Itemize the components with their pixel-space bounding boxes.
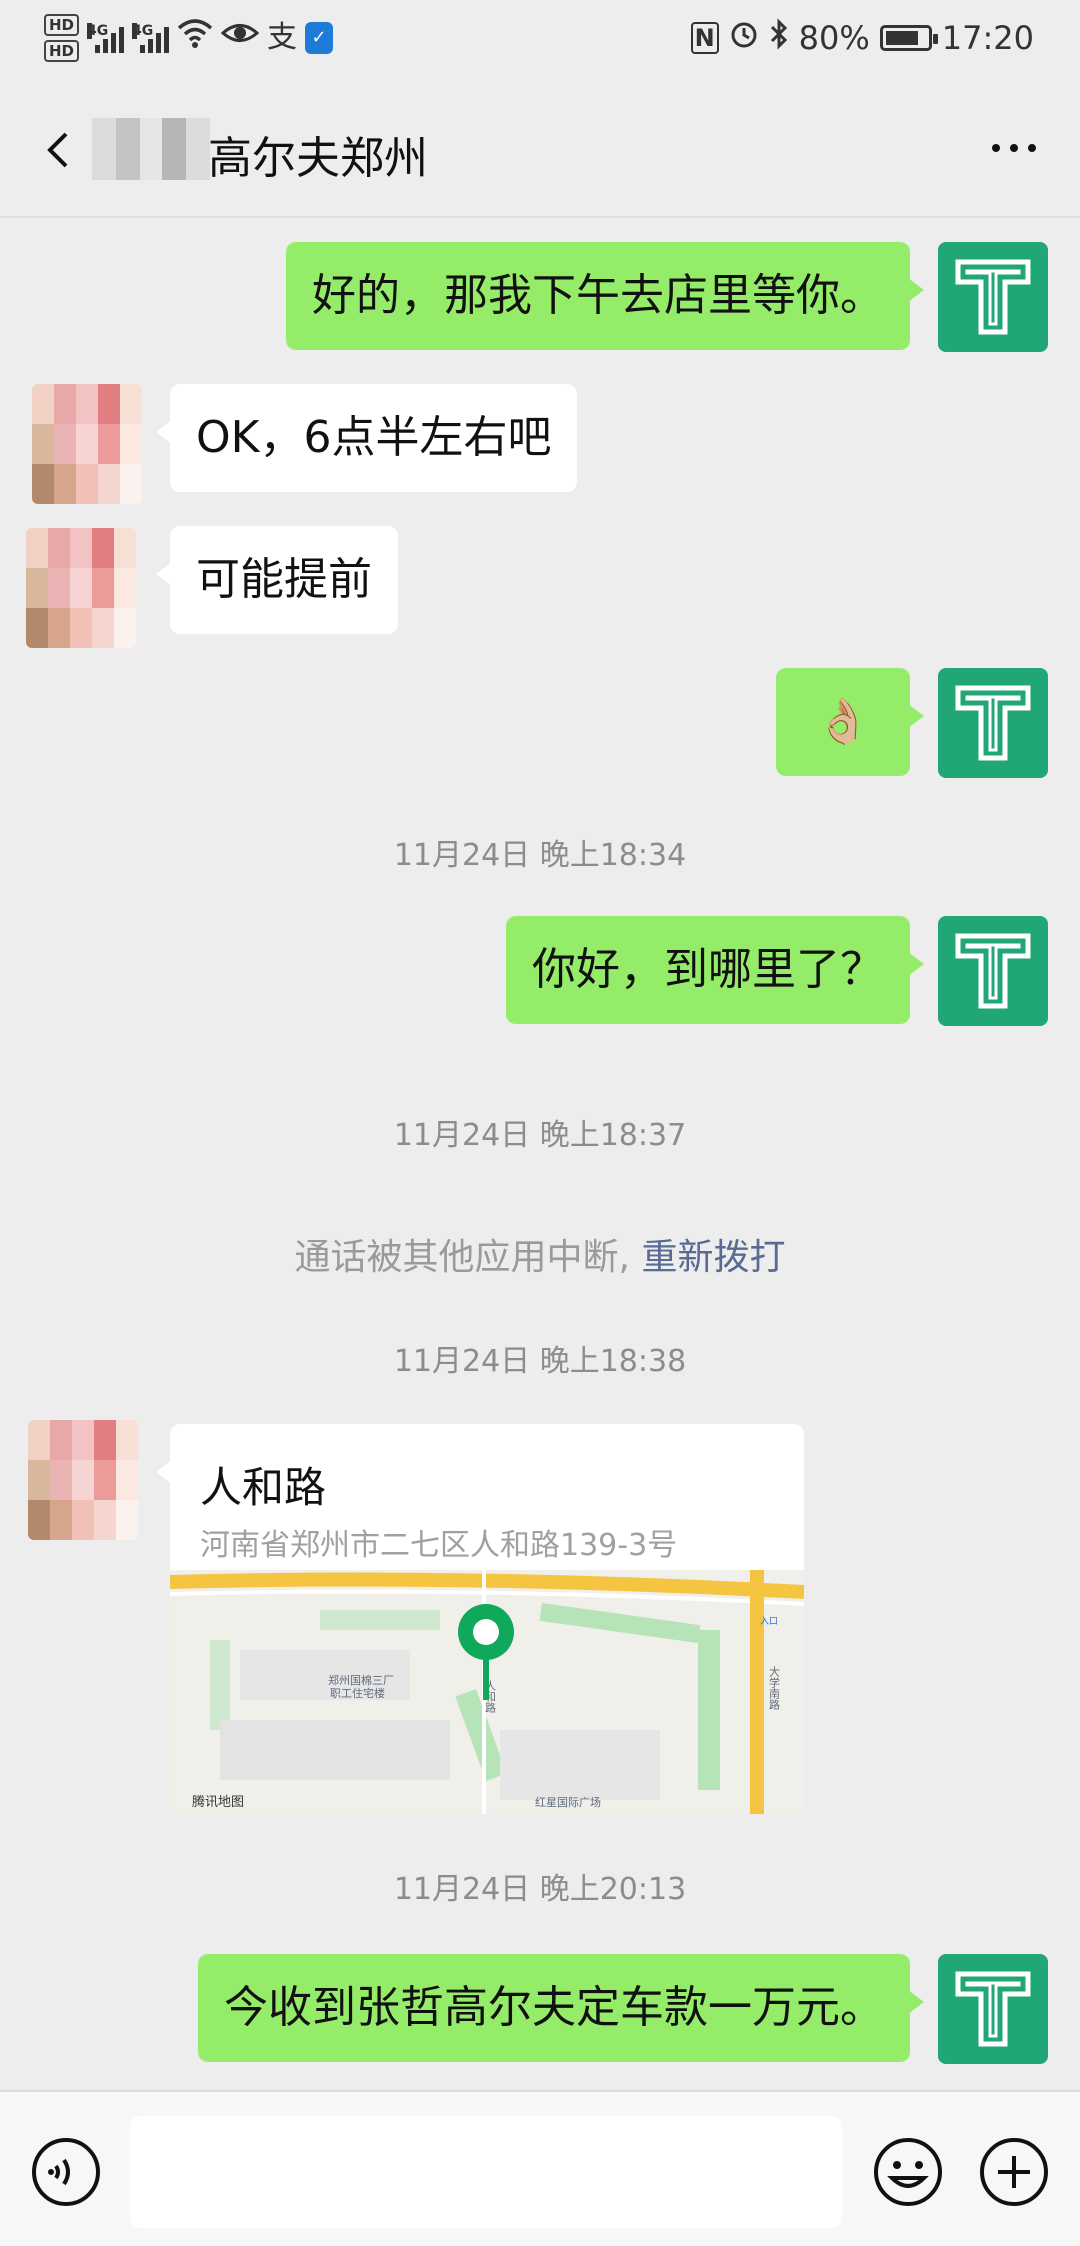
timestamp: 11月24日 晚上18:34 (393, 838, 687, 873)
map-label: 郑州国棉三厂 (328, 1673, 394, 1687)
emoji-icon[interactable] (872, 2136, 944, 2208)
network-type-label: 4G (87, 23, 109, 39)
message-text: 你好，到哪里了？ (532, 944, 884, 995)
alarm-icon (729, 19, 759, 57)
location-name: 人和路 (200, 1463, 327, 1512)
status-right: N 80% 17:20 (690, 18, 1034, 58)
message-text: OK，6点半左右吧 (196, 412, 552, 463)
timestamp: 11月24日 晚上18:38 (393, 1344, 687, 1379)
t-logo-icon (955, 933, 1031, 1009)
map-label: 职工住宅楼 (330, 1686, 385, 1700)
signal-icon: 4G (132, 23, 170, 53)
t-logo-icon (955, 1971, 1031, 2047)
t-logo-icon (955, 685, 1031, 761)
map-preview[interactable]: 郑州国棉三厂 职工住宅楼 红星国际广场 大学南路 人和路 入口 腾讯地图 (170, 1570, 804, 1814)
map-label: 红星国际广场 (535, 1795, 601, 1809)
signal-icon: 4G (87, 23, 125, 53)
avatar[interactable] (938, 916, 1048, 1026)
message-bubble-sent[interactable]: 👌🏼 (776, 668, 924, 776)
message-text: 好的，那我下午去店里等你。 (312, 270, 884, 321)
message-bubble-sent[interactable]: 今收到张哲高尔夫定车款一万元。 (198, 1954, 924, 2062)
clock: 17:20 (941, 19, 1034, 57)
bluetooth-icon (769, 18, 789, 58)
network-type-label: 4G (132, 23, 154, 39)
battery-percent: 80% (798, 19, 870, 57)
chevron-left-icon[interactable] (36, 120, 80, 180)
wifi-icon (177, 18, 213, 59)
map-label: 大学南路 (768, 1665, 781, 1711)
redial-link[interactable]: 重新拨打 (641, 1237, 785, 1278)
nfc-icon: N (690, 22, 719, 54)
message-bubble-received[interactable]: 可能提前 (156, 526, 398, 634)
message-bubble-sent[interactable]: 好的，那我下午去店里等你。 (286, 242, 924, 350)
hd-icon: HD (44, 40, 80, 62)
hd-icon: HD (44, 14, 80, 36)
timestamp: 11月24日 晚上18:37 (393, 1118, 687, 1153)
system-message: 通话被其他应用中断, 重新拨打 (0, 1228, 1080, 1280)
avatar[interactable] (938, 1954, 1048, 2064)
map-label: 入口 (760, 1616, 778, 1627)
blurred-name (92, 118, 210, 180)
avatar[interactable] (938, 242, 1048, 352)
t-logo-icon (955, 259, 1031, 335)
hd-indicators: HD HD (44, 14, 80, 62)
map-image: 郑州国棉三厂 职工住宅楼 红星国际广场 大学南路 人和路 入口 腾讯地图 (170, 1570, 804, 1814)
status-left: HD HD 4G 4G 支 ✓ (44, 14, 334, 62)
avatar[interactable] (32, 384, 142, 504)
ok-hand-emoji: 👌🏼 (815, 696, 871, 747)
system-message-text: 通话被其他应用中断, (294, 1237, 642, 1278)
avatar[interactable] (938, 668, 1048, 778)
shield-icon: ✓ (305, 22, 334, 54)
chat-header: 高尔夫郑州 (0, 80, 1080, 218)
avatar[interactable] (26, 528, 136, 648)
message-input[interactable] (130, 2116, 842, 2228)
chat-title[interactable]: 高尔夫郑州 (208, 122, 428, 186)
battery-icon (879, 25, 938, 51)
message-bubble-received[interactable]: OK，6点半左右吧 (155, 384, 578, 492)
message-text: 可能提前 (196, 554, 372, 605)
alipay-icon: 支 (267, 20, 298, 55)
location-address: 河南省郑州市二七区人和路139-3号 (200, 1528, 678, 1563)
timestamp: 11月24日 晚上20:13 (393, 1872, 687, 1907)
input-bar (0, 2090, 1080, 2246)
map-provider: 腾讯地图 (192, 1794, 244, 1810)
status-bar: HD HD 4G 4G 支 ✓ N 80% 17:20 (0, 0, 1080, 80)
avatar[interactable] (28, 1420, 138, 1540)
header-divider (0, 216, 1080, 218)
message-text: 今收到张哲高尔夫定车款一万元。 (224, 1982, 884, 2033)
message-bubble-sent[interactable]: 你好，到哪里了？ (506, 916, 924, 1024)
location-card[interactable]: 人和路 河南省郑州市二七区人和路139-3号 郑州国棉三厂 职工住宅楼 红星国际… (170, 1424, 804, 1814)
voice-icon[interactable] (30, 2136, 102, 2208)
eye-icon (220, 18, 260, 59)
more-dots-icon[interactable] (984, 126, 1044, 170)
plus-icon[interactable] (978, 2136, 1050, 2208)
